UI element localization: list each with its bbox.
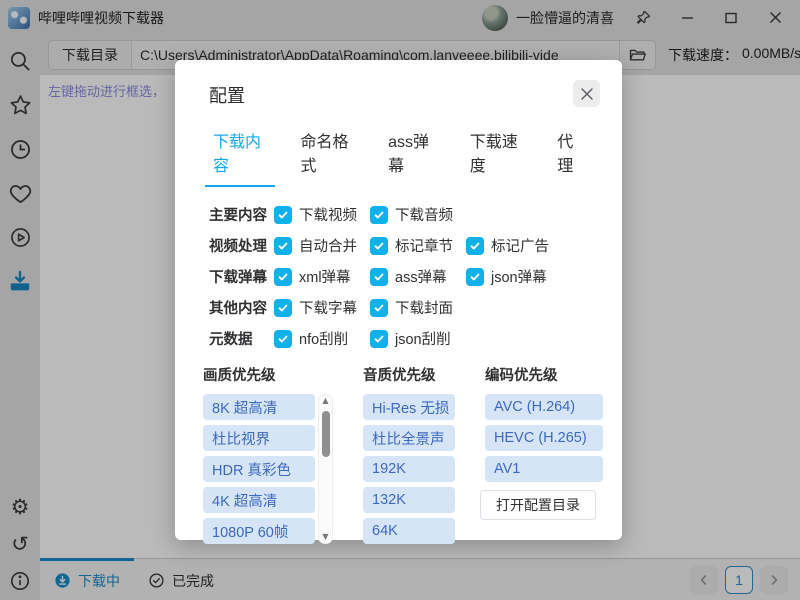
modal-tab-代理[interactable]: 代理 <box>553 124 588 187</box>
checkbox-checked-icon <box>466 268 484 286</box>
priority-list: 8K 超高清杜比视界 HDR 真彩色 4K 超高清 1080P 60帧 <box>203 394 315 544</box>
checkbox-label: nfo刮削 <box>299 328 348 349</box>
checkbox-label: 下载视频 <box>299 204 357 225</box>
checkbox-checked-icon <box>370 237 388 255</box>
checkbox-option[interactable]: 自动合并 <box>274 235 370 256</box>
checkbox-option[interactable]: xml弹幕 <box>274 266 370 287</box>
checkbox-option[interactable]: json弹幕 <box>466 266 562 287</box>
checkbox-option[interactable]: 标记广告 <box>466 235 562 256</box>
option-row: 主要内容 下载视频 下载音频 <box>209 199 588 230</box>
scroll-up-arrow-icon[interactable]: ▲ <box>322 397 328 405</box>
option-row: 元数据 nfo刮削 json刮削 <box>209 323 588 354</box>
option-row-label: 主要内容 <box>209 204 274 225</box>
priority-list: AVC (H.264) HEVC (H.265) AV1 <box>485 394 603 482</box>
priority-column-title: 音质优先级 <box>363 364 485 385</box>
scroll-down-arrow-icon[interactable]: ▼ <box>322 533 328 541</box>
option-row: 下载弹幕 xml弹幕 ass弹幕 json弹幕 <box>209 261 588 292</box>
priority-item[interactable]: 8K 超高清 <box>203 394 315 420</box>
checkbox-checked-icon <box>370 268 388 286</box>
checkbox-label: 下载封面 <box>395 297 453 318</box>
priority-item[interactable]: HEVC (H.265) <box>485 425 603 451</box>
priority-item[interactable]: AV1 <box>485 456 603 482</box>
checkbox-label: ass弹幕 <box>395 266 447 287</box>
checkbox-option[interactable]: 下载音频 <box>370 204 466 225</box>
option-row-label: 其他内容 <box>209 297 274 318</box>
scroll-thumb[interactable] <box>322 411 330 457</box>
priority-item[interactable]: Hi-Res 无损 <box>363 394 455 420</box>
priority-item[interactable]: HDR 真彩色 <box>203 456 315 482</box>
priority-item[interactable]: 杜比视界 <box>203 425 315 451</box>
priority-column-title: 编码优先级 <box>485 364 615 385</box>
option-row: 视频处理 自动合并 标记章节 标记广告 <box>209 230 588 261</box>
checkbox-label: 下载字幕 <box>299 297 357 318</box>
option-row-label: 下载弹幕 <box>209 266 274 287</box>
checkbox-label: xml弹幕 <box>299 266 351 287</box>
modal-tab-下载速度[interactable]: 下载速度 <box>466 124 528 187</box>
open-config-dir-button[interactable]: 打开配置目录 <box>480 490 596 520</box>
checkbox-checked-icon <box>274 237 292 255</box>
dialog-close-button[interactable] <box>573 80 600 107</box>
checkbox-checked-icon <box>274 299 292 317</box>
modal-tab-命名格式[interactable]: 命名格式 <box>297 124 359 187</box>
priority-item[interactable]: 192K <box>363 456 455 482</box>
checkbox-rows: 主要内容 下载视频 下载音频视频处理 自动合并 标记章节 标记广告下载弹幕 xml弹幕 ass… <box>209 199 588 354</box>
priority-item[interactable]: 杜比全景声 <box>363 425 455 451</box>
checkbox-label: 下载音频 <box>395 204 453 225</box>
checkbox-option[interactable]: json刮削 <box>370 328 466 349</box>
checkbox-checked-icon <box>274 330 292 348</box>
checkbox-label: json刮削 <box>395 328 451 349</box>
checkbox-label: json弹幕 <box>491 266 547 287</box>
checkbox-option[interactable]: 下载字幕 <box>274 297 370 318</box>
option-row-label: 元数据 <box>209 328 274 349</box>
checkbox-option[interactable]: nfo刮削 <box>274 328 370 349</box>
checkbox-label: 标记广告 <box>491 235 549 256</box>
priority-item[interactable]: 1080P 60帧 <box>203 518 315 544</box>
checkbox-option[interactable]: 下载视频 <box>274 204 370 225</box>
option-row-label: 视频处理 <box>209 235 274 256</box>
modal-tabs: 下载内容命名格式 ass弹幕下载速度代理 <box>209 124 588 187</box>
priority-item[interactable]: 64K <box>363 518 455 544</box>
checkbox-label: 自动合并 <box>299 235 357 256</box>
checkbox-option[interactable]: 下载封面 <box>370 297 466 318</box>
checkbox-checked-icon <box>370 330 388 348</box>
checkbox-option[interactable]: ass弹幕 <box>370 266 466 287</box>
modal-tab-ass弹幕[interactable]: ass弹幕 <box>384 124 440 187</box>
option-row: 其他内容 下载字幕 下载封面 <box>209 292 588 323</box>
checkbox-option[interactable]: 标记章节 <box>370 235 466 256</box>
priority-column: 音质优先级 Hi-Res 无损杜比全景声 192K 132K 64K <box>363 364 485 544</box>
list-scrollbar[interactable]: ▲▼ <box>318 394 333 544</box>
checkbox-checked-icon <box>370 206 388 224</box>
priority-list: Hi-Res 无损杜比全景声 192K 132K 64K <box>363 394 455 544</box>
app-window: 哔哩哔哩视频下载器 一脸懵逼的清喜 <box>0 0 800 600</box>
priority-item[interactable]: 132K <box>363 487 455 513</box>
modal-tab-下载内容[interactable]: 下载内容 <box>209 124 271 187</box>
priority-column-title: 画质优先级 <box>203 364 363 385</box>
checkbox-checked-icon <box>274 268 292 286</box>
priority-item[interactable]: 4K 超高清 <box>203 487 315 513</box>
checkbox-checked-icon <box>274 206 292 224</box>
priority-item[interactable]: AVC (H.264) <box>485 394 603 420</box>
priority-column: 画质优先级8K 超高清杜比视界HDR 真彩色4K 超高清1080P 60帧▲▼ <box>203 364 363 544</box>
dialog-title: 配置 <box>209 82 588 108</box>
checkbox-checked-icon <box>466 237 484 255</box>
checkbox-checked-icon <box>370 299 388 317</box>
checkbox-label: 标记章节 <box>395 235 453 256</box>
config-dialog: 配置 下载内容命名格式ass弹幕下载速度代理 主要内容下载视频下载音频视频处理自… <box>175 60 622 540</box>
